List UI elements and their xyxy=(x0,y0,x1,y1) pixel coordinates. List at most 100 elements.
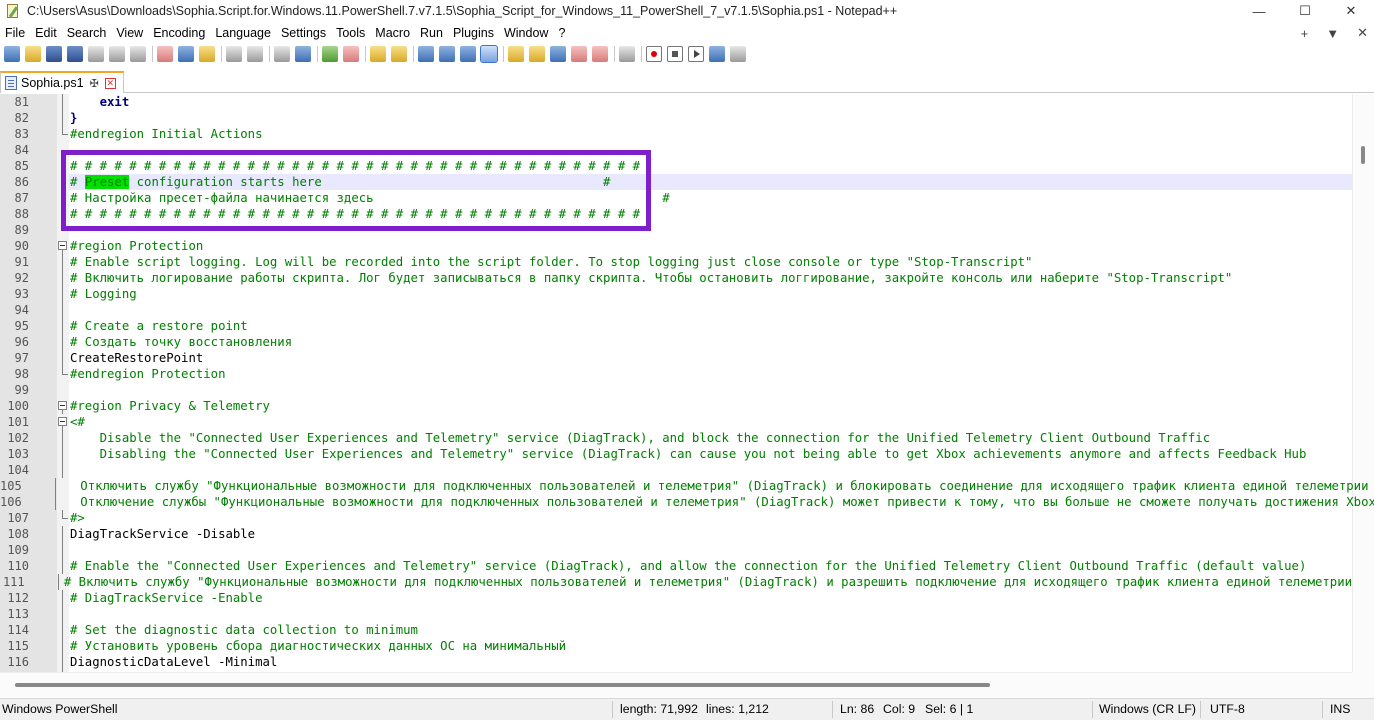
code-line[interactable]: 91 # Enable script logging. Log will be r… xyxy=(0,254,1352,270)
code-line[interactable]: 110 # Enable the "Connected User Experien… xyxy=(0,558,1352,574)
save-all-icon[interactable] xyxy=(67,46,83,62)
horizontal-scrollbar[interactable] xyxy=(0,672,1352,698)
indent-guide-icon[interactable] xyxy=(480,45,498,63)
close-document-button[interactable]: ✕ xyxy=(1357,25,1368,41)
add-tab-button[interactable]: + xyxy=(1301,26,1309,41)
code-line[interactable]: 81 exit xyxy=(0,94,1352,110)
pin-icon[interactable]: ✠ xyxy=(90,77,99,90)
code-line[interactable]: 89 xyxy=(0,222,1352,238)
copy-icon[interactable] xyxy=(178,46,194,62)
playback-macro-icon[interactable] xyxy=(688,46,704,62)
zoom-out-icon[interactable] xyxy=(343,46,359,62)
code-line[interactable]: 93 # Logging xyxy=(0,286,1352,302)
sync-horizontal-icon[interactable] xyxy=(391,46,407,62)
vertical-scrollbar-thumb[interactable] xyxy=(1361,146,1365,164)
menu-language[interactable]: Language xyxy=(210,26,275,40)
code-line[interactable]: 100 #region Privacy & Telemetry xyxy=(0,398,1352,414)
tab-list-dropdown[interactable]: ▼ xyxy=(1326,26,1339,41)
code-line[interactable]: 87 # Настройка пресет-файла начинается зд… xyxy=(0,190,1352,206)
code-line[interactable]: 88 # # # # # # # # # # # # # # # # # # # … xyxy=(0,206,1352,222)
fold-toggle-icon[interactable] xyxy=(57,414,69,430)
code-line[interactable]: 111 # Включить службу "Функциональные воз… xyxy=(0,574,1352,590)
code-line[interactable]: 103 Disabling the "Connected User Experi… xyxy=(0,446,1352,462)
code-line[interactable]: 82} xyxy=(0,110,1352,126)
find-icon[interactable] xyxy=(274,46,290,62)
toolbar-dropdown-icon[interactable] xyxy=(460,46,476,62)
menu-window[interactable]: Window xyxy=(499,26,552,40)
code-line[interactable]: 83 #endregion Initial Actions xyxy=(0,126,1352,142)
code-line[interactable]: 108 DiagTrackService -Disable xyxy=(0,526,1352,542)
maximize-button[interactable]: ☐ xyxy=(1282,0,1328,22)
minimize-button[interactable]: — xyxy=(1236,0,1282,22)
code-line[interactable]: 85 # # # # # # # # # # # # # # # # # # # … xyxy=(0,158,1352,174)
menu-encoding[interactable]: Encoding xyxy=(148,26,209,40)
menu-view[interactable]: View xyxy=(111,26,147,40)
menu-tools[interactable]: Tools xyxy=(331,26,369,40)
line-number: 106 xyxy=(0,495,22,509)
document-list-icon[interactable] xyxy=(592,46,608,62)
code-line[interactable]: 104 xyxy=(0,462,1352,478)
menu-edit[interactable]: Edit xyxy=(30,26,61,40)
save-macro-icon[interactable] xyxy=(730,46,746,62)
run-macro-multiple-icon[interactable] xyxy=(709,46,725,62)
horizontal-scrollbar-thumb[interactable] xyxy=(15,683,990,687)
code-line[interactable]: 84 xyxy=(0,142,1352,158)
code-line[interactable]: 101 <# xyxy=(0,414,1352,430)
code-line[interactable]: 99 xyxy=(0,382,1352,398)
save-icon[interactable] xyxy=(46,46,62,62)
close-all-icon[interactable] xyxy=(109,46,125,62)
menu-macro[interactable]: Macro xyxy=(370,26,414,40)
code-line[interactable]: 102 Disable the "Connected User Experien… xyxy=(0,430,1352,446)
user-defined-language-icon[interactable] xyxy=(508,46,524,62)
code-line[interactable]: 109 xyxy=(0,542,1352,558)
code-line[interactable]: 94 xyxy=(0,302,1352,318)
code-line[interactable]: 112 # DiagTrackService -Enable xyxy=(0,590,1352,606)
code-line[interactable]: 92 # Включить логирование работы скрипта.… xyxy=(0,270,1352,286)
replace-icon[interactable] xyxy=(295,46,311,62)
code-line[interactable]: 115 # Установить уровень сбора диагностич… xyxy=(0,638,1352,654)
fold-toggle-icon[interactable] xyxy=(57,398,69,414)
code-line[interactable]: 95 # Create a restore point xyxy=(0,318,1352,334)
code-line[interactable]: 114 # Set the diagnostic data collection … xyxy=(0,622,1352,638)
menu-settings[interactable]: Settings xyxy=(276,26,330,40)
print-icon[interactable] xyxy=(130,46,146,62)
zoom-in-icon[interactable] xyxy=(322,46,338,62)
code-line[interactable]: 96 # Создать точку восстановления xyxy=(0,334,1352,350)
code-line[interactable]: 97 CreateRestorePoint xyxy=(0,350,1352,366)
redo-icon[interactable] xyxy=(247,46,263,62)
code-line[interactable]: 86 # Preset configuration starts here # xyxy=(0,174,1352,190)
code-line[interactable]: 116 DiagnosticDataLevel -Minimal xyxy=(0,654,1352,670)
stop-recording-icon[interactable] xyxy=(667,46,683,62)
code-line[interactable]: 105 Отключить службу "Функциональные воз… xyxy=(0,478,1368,494)
folder-as-workspace-icon[interactable] xyxy=(571,46,587,62)
new-file-icon[interactable] xyxy=(4,46,20,62)
close-window-button[interactable]: ✕ xyxy=(1328,0,1374,22)
code-line[interactable]: 113 xyxy=(0,606,1352,622)
show-all-characters-icon[interactable] xyxy=(439,46,455,62)
code-editor[interactable]: 81 exit 82} 83 #endregion Initial Actions 84… xyxy=(0,94,1374,672)
tab-sophia-ps1[interactable]: Sophia.ps1 ✠ ✕ xyxy=(0,71,124,93)
word-wrap-icon[interactable] xyxy=(418,46,434,62)
code-line[interactable]: 98 #endregion Protection xyxy=(0,366,1352,382)
close-file-icon[interactable] xyxy=(88,46,104,62)
menu-help[interactable]: ? xyxy=(553,26,569,40)
menu-run[interactable]: Run xyxy=(415,26,447,40)
record-macro-icon[interactable] xyxy=(646,46,662,62)
monitoring-icon[interactable] xyxy=(619,46,635,62)
paste-icon[interactable] xyxy=(199,46,215,62)
menu-search[interactable]: Search xyxy=(62,26,111,40)
menu-file[interactable]: File xyxy=(0,26,29,40)
document-map-icon[interactable] xyxy=(529,46,545,62)
function-list-icon[interactable] xyxy=(550,46,566,62)
open-file-icon[interactable] xyxy=(25,46,41,62)
close-tab-icon[interactable]: ✕ xyxy=(104,77,116,89)
fold-toggle-icon[interactable] xyxy=(57,238,69,254)
sync-vertical-icon[interactable] xyxy=(370,46,386,62)
code-line[interactable]: 107 #> xyxy=(0,510,1352,526)
undo-icon[interactable] xyxy=(226,46,242,62)
code-line[interactable]: 106 Отключение службы "Функциональные во… xyxy=(0,494,1374,510)
vertical-scrollbar[interactable] xyxy=(1352,94,1374,672)
menu-plugins[interactable]: Plugins xyxy=(448,26,498,40)
cut-icon[interactable] xyxy=(157,46,173,62)
code-line[interactable]: 90 #region Protection xyxy=(0,238,1352,254)
